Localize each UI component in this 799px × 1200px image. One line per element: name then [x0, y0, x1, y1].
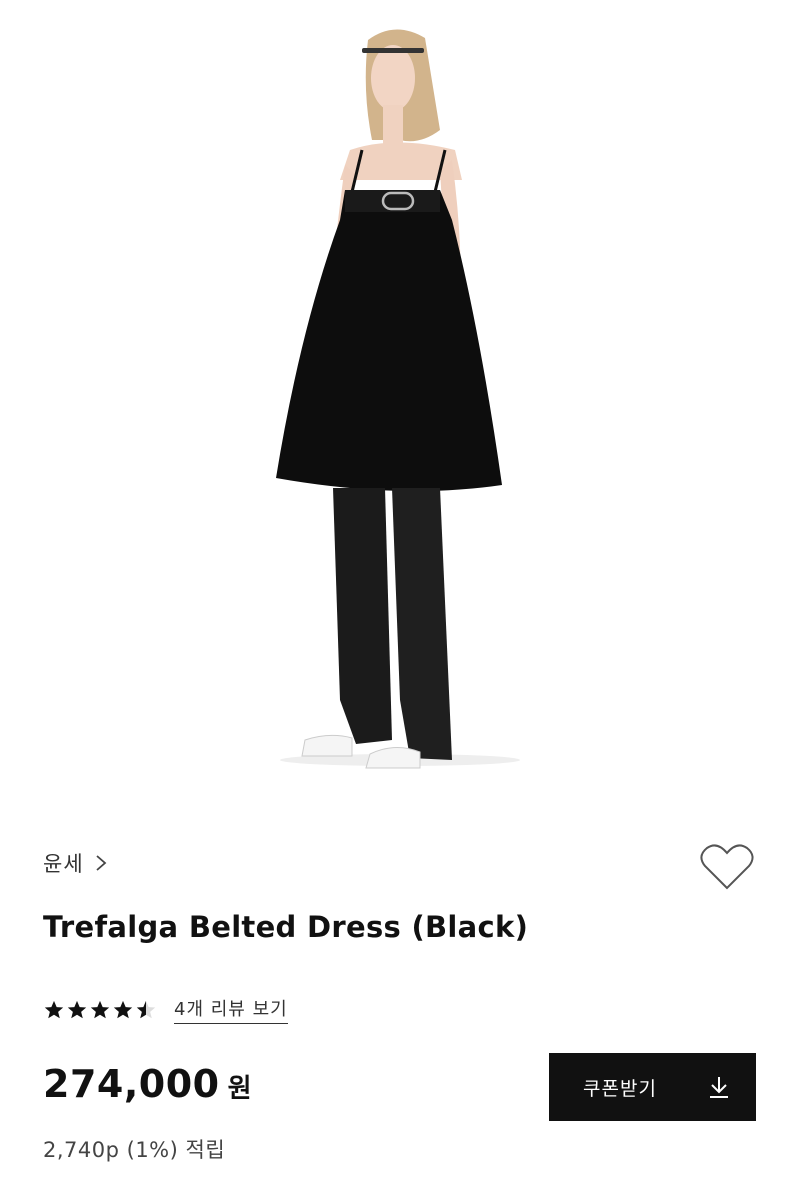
price-row: 274,000 원: [43, 1062, 252, 1106]
product-title: Trefalga Belted Dress (Black): [43, 910, 529, 944]
chevron-right-icon: [96, 855, 107, 871]
product-photo: [276, 29, 520, 769]
coupon-label: 쿠폰받기: [583, 1077, 657, 1100]
review-link[interactable]: 4개 리뷰 보기: [174, 995, 288, 1024]
points-note: 2,740p (1%) 적립: [43, 1138, 226, 1162]
coupon-button[interactable]: 쿠폰받기: [549, 1053, 756, 1121]
star-icon: [67, 1000, 87, 1018]
rating-row: 4개 리뷰 보기: [43, 995, 288, 1024]
brand-link[interactable]: 윤세: [43, 848, 108, 878]
star-icon: [44, 1000, 64, 1018]
brand-name[interactable]: 윤세: [43, 848, 84, 878]
product-image[interactable]: [0, 0, 799, 800]
heart-outline-icon[interactable]: [700, 842, 754, 892]
star-icon: [90, 1000, 110, 1018]
star-icon: [113, 1000, 133, 1018]
star-rating: [43, 999, 158, 1021]
half-star-icon: [136, 1000, 156, 1018]
price-currency: 원: [227, 1074, 252, 1104]
price-value: 274,000: [43, 1062, 220, 1106]
download-icon: [710, 1077, 728, 1098]
